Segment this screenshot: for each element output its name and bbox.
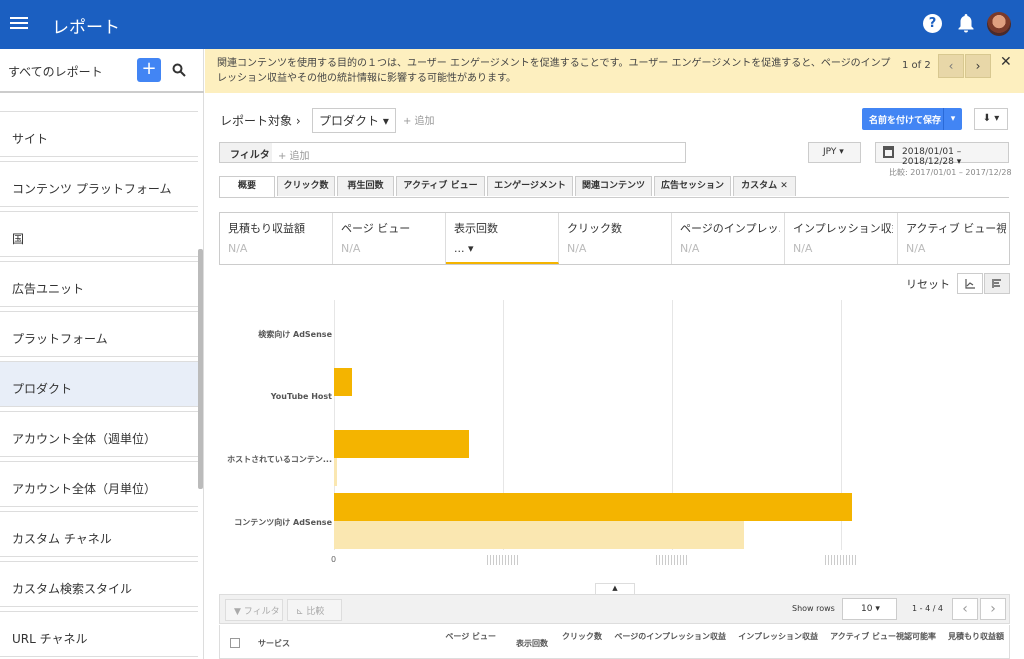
line-chart-toggle[interactable] bbox=[957, 273, 983, 294]
bar-chart-toggle[interactable] bbox=[984, 273, 1010, 294]
table-filter-button[interactable]: ▼ フィルタ bbox=[225, 599, 283, 621]
calendar-icon bbox=[883, 146, 894, 158]
metric-impressions[interactable]: 表示回数... ▾ bbox=[446, 213, 559, 264]
rows-per-page-select[interactable]: 10 ▾ bbox=[842, 598, 897, 620]
sidebar-item-ad-unit[interactable]: 広告ユニット bbox=[0, 261, 198, 307]
metric-page-views[interactable]: ページ ビュー N/A bbox=[333, 213, 446, 264]
metric-dropdown-icon[interactable]: ▾ bbox=[468, 242, 474, 255]
banner-next-button[interactable]: › bbox=[965, 54, 991, 78]
prev-page-button[interactable]: ‹ bbox=[952, 598, 978, 620]
banner-prev-button[interactable]: ‹ bbox=[938, 54, 964, 78]
metric-page-impression-rpm[interactable]: ページのインプレッ... N/A bbox=[672, 213, 785, 264]
app-title: レポート bbox=[52, 18, 120, 38]
report-target-label: レポート対象 › bbox=[220, 114, 301, 128]
metric-active-view[interactable]: アクティブ ビュー視...N/A bbox=[898, 213, 1011, 264]
x-tick-label-obscured bbox=[656, 555, 688, 565]
bar-current[interactable] bbox=[334, 368, 352, 396]
menu-icon[interactable] bbox=[10, 14, 28, 32]
filter-bar: フィルタ + 追加 bbox=[219, 142, 686, 163]
select-all-checkbox[interactable] bbox=[230, 638, 240, 648]
sidebar-item-custom-search-style[interactable]: カスタム検索スタイル bbox=[0, 561, 198, 607]
currency-select[interactable]: JPY ▾ bbox=[808, 142, 861, 163]
category-label: YouTube Host bbox=[270, 392, 332, 401]
metric-clicks[interactable]: クリック数 N/A bbox=[559, 213, 672, 264]
table-compare-button[interactable]: ⊾ 比較 bbox=[287, 599, 342, 621]
metric-impression-rpm[interactable]: インプレッション収益 N/A bbox=[785, 213, 898, 264]
filter-label: フィルタ bbox=[220, 143, 272, 162]
dimension-select[interactable]: プロダクト ▾ bbox=[312, 108, 396, 133]
date-range-picker[interactable]: 2018/01/01 – 2018/12/28 ▾ bbox=[875, 142, 1009, 167]
sidebar-item-account-monthly[interactable]: アカウント全体（月単位） bbox=[0, 461, 198, 507]
category-label: ホストされているコンテン... bbox=[227, 455, 332, 464]
search-icon[interactable] bbox=[172, 63, 186, 77]
column-header-page-views[interactable]: ページ ビュー bbox=[444, 630, 496, 643]
bar-chart-icon bbox=[992, 279, 1001, 288]
metric-estimated-earnings[interactable]: 見積もり収益額 N/A bbox=[220, 213, 333, 264]
sidebar-item-product[interactable]: プロダクト bbox=[0, 361, 198, 407]
sidebar-item-country[interactable]: 国 bbox=[0, 211, 198, 257]
avatar[interactable] bbox=[987, 12, 1011, 36]
banner-message: 関連コンテンツを使用する目的の１つは、ユーザー エンゲージメントを促進することで… bbox=[217, 58, 891, 84]
next-page-button[interactable]: › bbox=[980, 598, 1006, 620]
column-header-impressions[interactable]: 表示回数 bbox=[502, 637, 548, 650]
line-chart-icon bbox=[965, 279, 975, 289]
column-header-page-rpm[interactable]: ページのインプレッション収益 bbox=[610, 630, 726, 643]
add-dimension-link[interactable]: + 追加 bbox=[403, 112, 435, 127]
sidebar-item-content-platform[interactable]: コンテンツ プラットフォーム bbox=[0, 161, 198, 207]
report-sidebar: すべてのレポート + サイト コンテンツ プラットフォーム 国 広告ユニット プ… bbox=[0, 49, 204, 659]
tab-active-view[interactable]: アクティブ ビュー bbox=[396, 176, 485, 196]
reset-button[interactable]: リセット bbox=[906, 276, 950, 292]
column-header-impression-rpm[interactable]: インプレッション収益 bbox=[732, 630, 818, 643]
save-menu-chevron[interactable]: ▾ bbox=[943, 108, 962, 130]
category-label: コンテンツ向け AdSense bbox=[234, 518, 332, 527]
category-label: 検索向け AdSense bbox=[258, 330, 332, 339]
tab-overview[interactable]: 概要 bbox=[219, 176, 275, 198]
all-reports-label: すべてのレポート bbox=[8, 65, 103, 79]
metric-scorecards: 見積もり収益額 N/A ページ ビュー N/A 表示回数... ▾ クリック数 N/A… bbox=[219, 212, 1010, 265]
sidebar-header: すべてのレポート + bbox=[0, 49, 204, 93]
info-banner: 関連コンテンツを使用する目的の１つは、ユーザー エンゲージメントを促進することで… bbox=[205, 49, 1024, 93]
close-icon[interactable]: ✕ bbox=[1000, 55, 1012, 70]
bar-current[interactable] bbox=[334, 493, 852, 521]
download-button[interactable]: ⬇ ▾ bbox=[974, 108, 1008, 130]
show-rows-label: Show rows bbox=[792, 604, 835, 613]
column-header-earnings[interactable]: 見積もり収益額 bbox=[942, 630, 1004, 643]
sidebar-item-custom-channel[interactable]: カスタム チャネル bbox=[0, 511, 198, 557]
tab-custom[interactable]: カスタム ✕ bbox=[733, 176, 796, 196]
add-filter-input[interactable]: + 追加 bbox=[278, 147, 310, 162]
compare-range-text: 比較: 2017/01/01 – 2017/12/28 bbox=[889, 168, 1012, 177]
tab-related-content[interactable]: 関連コンテンツ bbox=[575, 176, 652, 196]
product-bar-chart: 検索向け AdSense YouTube Host ホストされているコンテン..… bbox=[210, 300, 1010, 570]
help-icon[interactable]: ? bbox=[923, 14, 942, 33]
sidebar-scrollbar[interactable] bbox=[198, 249, 203, 489]
sidebar-item-platform[interactable]: プラットフォーム bbox=[0, 311, 198, 357]
bar-current[interactable] bbox=[334, 430, 470, 458]
sidebar-item-account-weekly[interactable]: アカウント全体（週単位） bbox=[0, 411, 198, 457]
tab-views[interactable]: 再生回数 bbox=[337, 176, 394, 196]
download-icon: ⬇ ▾ bbox=[982, 113, 1000, 124]
bar-compare[interactable] bbox=[334, 458, 337, 486]
column-header-service[interactable]: サービス bbox=[258, 637, 290, 650]
column-header-active-view[interactable]: アクティブ ビュー視認可能率 bbox=[828, 630, 936, 643]
tab-ad-sessions[interactable]: 広告セッション bbox=[654, 176, 731, 196]
column-header-clicks[interactable]: クリック数 bbox=[556, 630, 602, 643]
top-app-bar: レポート ? bbox=[0, 0, 1024, 49]
table-header: サービス ページ ビュー 表示回数 クリック数 ページのインプレッション収益 イ… bbox=[219, 625, 1010, 659]
table-toolbar: ▼ フィルタ ⊾ 比較 Show rows 10 ▾ 1 - 4 / 4 ‹ › bbox=[219, 594, 1010, 624]
add-report-button[interactable]: + bbox=[137, 58, 161, 82]
row-range: 1 - 4 / 4 bbox=[912, 604, 944, 613]
banner-page-indicator: 1 of 2 bbox=[902, 60, 931, 71]
tab-divider bbox=[219, 197, 1009, 198]
x-tick-label: 0 bbox=[331, 555, 337, 564]
save-as-button[interactable]: 名前を付けて保存 ▾ bbox=[862, 108, 962, 130]
x-tick-label-obscured bbox=[487, 555, 519, 565]
tab-engagement[interactable]: エンゲージメント bbox=[487, 176, 573, 196]
tab-clicks[interactable]: クリック数 bbox=[277, 176, 335, 196]
x-tick-label-obscured bbox=[825, 555, 857, 565]
tab-close-icon[interactable]: ✕ bbox=[780, 181, 788, 191]
bar-compare[interactable] bbox=[334, 521, 744, 549]
bell-icon[interactable] bbox=[957, 13, 975, 33]
sidebar-item-url-channel[interactable]: URL チャネル bbox=[0, 611, 198, 657]
sidebar-item-site[interactable]: サイト bbox=[0, 111, 198, 157]
